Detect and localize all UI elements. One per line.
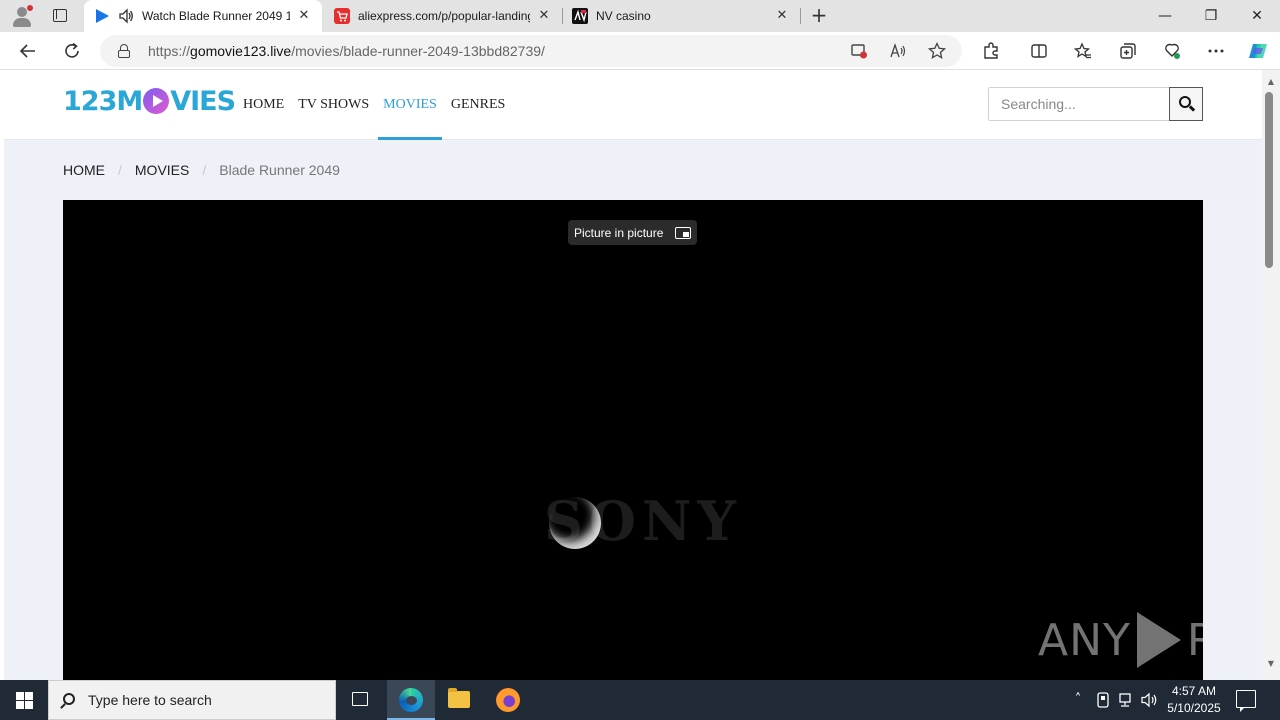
tab-close-icon[interactable]: ✕ — [296, 8, 312, 24]
usb-device-icon[interactable] — [1093, 680, 1113, 720]
tab-close-icon[interactable]: ✕ — [536, 8, 552, 24]
breadcrumb-separator: / — [118, 162, 122, 178]
breadcrumb-separator: / — [202, 162, 207, 178]
favorite-star-icon[interactable] — [927, 41, 947, 60]
more-options-icon[interactable] — [1201, 36, 1231, 66]
tab-close-icon[interactable]: ✕ — [774, 8, 790, 24]
profile-avatar-icon[interactable] — [10, 4, 34, 28]
watermark-play-icon — [1136, 612, 1181, 668]
video-player[interactable]: Picture in picture SONY ANY RUN — [63, 200, 1203, 680]
picture-in-picture-button[interactable]: Picture in picture — [568, 220, 698, 245]
pip-icon — [675, 226, 692, 239]
tab-title: NV casino — [596, 9, 651, 23]
page-scrollbar[interactable]: ▲ ▼ — [1262, 70, 1280, 680]
breadcrumb-current: Blade Runner 2049 — [219, 162, 340, 178]
tab-separator — [800, 8, 801, 24]
logo-play-icon — [143, 88, 170, 114]
url-host: gomovie123.live — [190, 43, 292, 59]
aliexpress-cart-icon — [334, 8, 350, 24]
new-tab-button[interactable]: + — [808, 5, 830, 27]
main-nav: HOME TV SHOWS MOVIES GENRES — [240, 70, 516, 140]
tab-blade-runner[interactable]: Watch Blade Runner 2049 123Movies ✕ — [84, 0, 322, 32]
tab-title: aliexpress.com/p/popular-landing — [358, 9, 530, 23]
nav-tv-shows[interactable]: TV SHOWS — [295, 70, 372, 140]
search-icon — [63, 693, 75, 705]
nav-home[interactable]: HOME — [240, 70, 287, 140]
address-bar[interactable]: https://gomovie123.live/movies/blade-run… — [100, 35, 962, 67]
search-input[interactable]: Searching... — [988, 87, 1170, 121]
task-view-icon[interactable] — [336, 680, 384, 720]
tab-nv-casino[interactable]: NV casino ✕ — [562, 0, 800, 32]
logo-text-left: 123M — [63, 85, 143, 117]
edge-taskbar-icon[interactable] — [387, 680, 435, 720]
video-light-glow — [549, 497, 601, 549]
site-search: Searching... — [988, 87, 1203, 121]
scroll-down-arrow-icon[interactable]: ▼ — [1265, 658, 1277, 670]
close-window-button[interactable]: ✕ — [1234, 0, 1280, 32]
browser-toolbar: https://gomovie123.live/movies/blade-run… — [0, 32, 1280, 70]
anyrun-watermark: ANY RUN — [1038, 610, 1203, 670]
browser-tab-strip: Watch Blade Runner 2049 123Movies ✕ alie… — [0, 0, 1280, 32]
tab-actions-icon[interactable] — [48, 6, 72, 26]
logo-text-right: VIES — [170, 85, 236, 117]
watermark-left: ANY — [1038, 614, 1131, 666]
breadcrumb: HOME / MOVIES / Blade Runner 2049 — [63, 162, 340, 178]
watermark-right: RUN — [1187, 615, 1203, 666]
volume-icon[interactable] — [1140, 680, 1160, 720]
windows-taskbar: Type here to search ˄ 4:57 AM 5/10/2025 — [0, 680, 1280, 720]
copilot-icon[interactable] — [1243, 36, 1273, 66]
taskbar-search[interactable]: Type here to search — [48, 680, 336, 720]
url-path: /movies/blade-runner-2049-13bbd82739/ — [291, 43, 545, 59]
pip-label: Picture in picture — [574, 225, 664, 240]
nav-movies[interactable]: MOVIES — [378, 70, 442, 140]
collections-icon[interactable] — [1113, 36, 1143, 66]
minimize-button[interactable]: — — [1142, 0, 1188, 32]
back-arrow-icon[interactable] — [13, 36, 43, 66]
url-scheme: https:// — [148, 43, 191, 59]
nv-casino-favicon-icon — [572, 8, 588, 24]
firefox-taskbar-icon[interactable] — [484, 680, 532, 720]
network-icon[interactable] — [1116, 680, 1136, 720]
breadcrumb-movies[interactable]: MOVIES — [135, 162, 189, 178]
breadcrumb-home[interactable]: HOME — [63, 162, 105, 178]
video-frame-title: SONY — [544, 489, 742, 553]
taskbar-search-placeholder: Type here to search — [88, 692, 212, 708]
blocked-popup-icon[interactable] — [850, 42, 868, 60]
browser-essentials-icon[interactable] — [1157, 36, 1187, 66]
file-explorer-icon[interactable] — [435, 680, 483, 720]
taskbar-clock[interactable]: 4:57 AM 5/10/2025 — [1162, 683, 1226, 717]
search-button[interactable] — [1169, 87, 1203, 121]
show-hidden-icons-chevron-icon[interactable]: ˄ — [1068, 680, 1088, 720]
speaker-audio-icon[interactable] — [118, 8, 134, 24]
clock-time: 4:57 AM — [1171, 684, 1217, 698]
site-logo[interactable]: 123M VIES — [63, 84, 236, 118]
notifications-icon[interactable] — [1236, 690, 1256, 712]
play-favicon-icon — [94, 8, 110, 24]
page-viewport: 123M VIES HOME TV SHOWS MOVIES GENRES Sea… — [0, 70, 1262, 680]
clock-date: 5/10/2025 — [1167, 701, 1221, 715]
restore-button[interactable]: ❐ — [1188, 0, 1234, 32]
site-header: 123M VIES HOME TV SHOWS MOVIES GENRES Sea… — [4, 70, 1262, 140]
tab-title: Watch Blade Runner 2049 123Movies — [142, 9, 290, 23]
split-screen-icon[interactable] — [1024, 36, 1054, 66]
refresh-icon[interactable] — [57, 36, 87, 66]
favorites-icon[interactable] — [1068, 36, 1098, 66]
nav-genres[interactable]: GENRES — [448, 70, 508, 140]
windows-start-icon[interactable] — [0, 680, 48, 720]
tab-aliexpress[interactable]: aliexpress.com/p/popular-landing ✕ — [324, 0, 562, 32]
scrollbar-thumb[interactable] — [1265, 92, 1273, 268]
address-url[interactable]: https://gomovie123.live/movies/blade-run… — [148, 43, 545, 59]
lock-icon[interactable] — [118, 44, 130, 58]
extensions-icon[interactable] — [976, 36, 1006, 66]
read-aloud-icon[interactable] — [889, 42, 907, 60]
scroll-up-arrow-icon[interactable]: ▲ — [1265, 76, 1277, 88]
